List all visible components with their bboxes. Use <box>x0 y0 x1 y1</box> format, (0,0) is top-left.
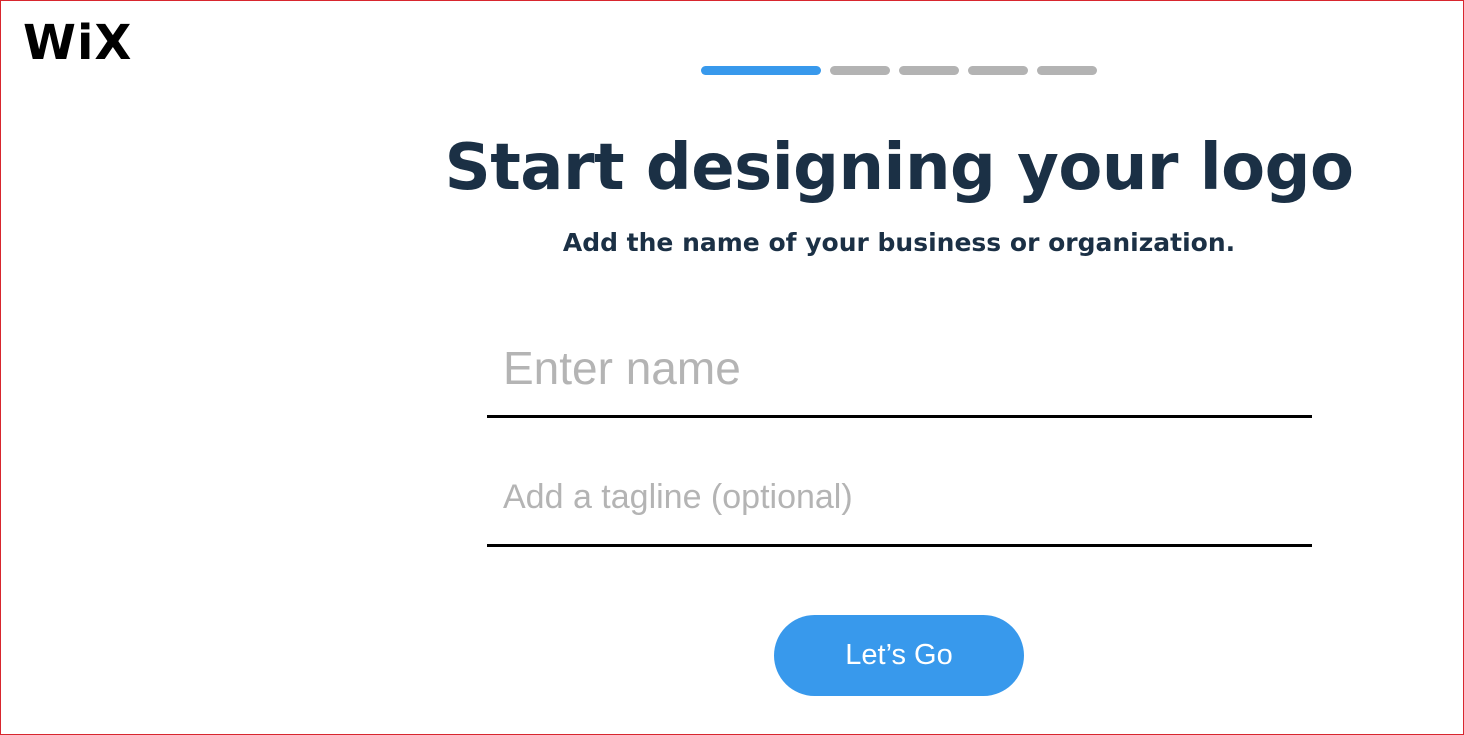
business-name-field <box>487 333 1312 418</box>
progress-step-5 <box>1037 66 1097 75</box>
page-frame: WiX Start designing your logo Add the na… <box>0 0 1464 735</box>
page-title: Start designing your logo <box>444 131 1354 205</box>
progress-step-1 <box>701 66 821 75</box>
progress-indicator <box>701 66 1097 75</box>
tagline-input[interactable] <box>487 466 1312 528</box>
progress-step-4 <box>968 66 1028 75</box>
progress-step-2 <box>830 66 890 75</box>
lets-go-button[interactable]: Let’s Go <box>774 615 1024 696</box>
progress-step-3 <box>899 66 959 75</box>
page-subtitle: Add the name of your business or organiz… <box>562 228 1236 257</box>
business-name-input[interactable] <box>487 333 1312 403</box>
tagline-field <box>487 466 1312 547</box>
wix-logo[interactable]: WiX <box>23 13 132 73</box>
